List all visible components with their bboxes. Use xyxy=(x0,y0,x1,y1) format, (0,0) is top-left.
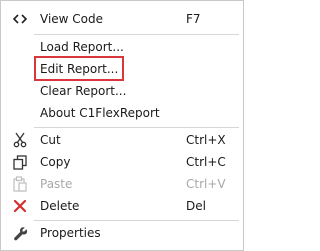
menu-item-load-report[interactable]: Load Report... xyxy=(1,36,243,58)
menu-item-cut[interactable]: Cut Ctrl+X xyxy=(1,129,243,151)
delete-x-icon xyxy=(11,197,29,215)
menu-item-delete[interactable]: Delete Del xyxy=(1,195,243,217)
menu-item-shortcut: Ctrl+C xyxy=(186,155,226,169)
menu-separator xyxy=(34,220,239,221)
copy-icon xyxy=(11,153,29,171)
menu-item-label: View Code xyxy=(40,12,104,26)
menu-item-shortcut: Del xyxy=(186,199,206,213)
wrench-icon xyxy=(11,224,29,242)
highlight-box xyxy=(34,56,124,81)
menu-item-about[interactable]: About C1FlexReport xyxy=(1,102,243,124)
paste-icon xyxy=(11,175,29,193)
code-brackets-icon xyxy=(11,10,29,28)
menu-item-view-code[interactable]: View Code F7 xyxy=(1,8,243,30)
menu-item-label: Copy xyxy=(40,155,71,169)
menu-item-label: Paste xyxy=(40,177,73,191)
menu-item-label: About C1FlexReport xyxy=(40,106,160,120)
scissors-icon xyxy=(11,131,29,149)
menu-item-paste[interactable]: Paste Ctrl+V xyxy=(1,173,243,195)
menu-item-properties[interactable]: Properties xyxy=(1,222,243,244)
menu-item-clear-report[interactable]: Clear Report... xyxy=(1,80,243,102)
menu-item-label: Properties xyxy=(40,226,101,240)
menu-item-shortcut: Ctrl+X xyxy=(186,133,226,147)
menu-separator xyxy=(34,34,239,35)
menu-item-label: Delete xyxy=(40,199,80,213)
menu-item-shortcut: Ctrl+V xyxy=(186,177,226,191)
menu-item-label: Load Report... xyxy=(40,40,124,54)
menu-separator xyxy=(34,127,239,128)
menu-item-label: Clear Report... xyxy=(40,84,127,98)
menu-item-shortcut: F7 xyxy=(186,12,201,26)
menu-item-copy[interactable]: Copy Ctrl+C xyxy=(1,151,243,173)
context-menu: View Code F7 Load Report... Edit Report.… xyxy=(0,0,244,251)
menu-item-label: Cut xyxy=(40,133,61,147)
